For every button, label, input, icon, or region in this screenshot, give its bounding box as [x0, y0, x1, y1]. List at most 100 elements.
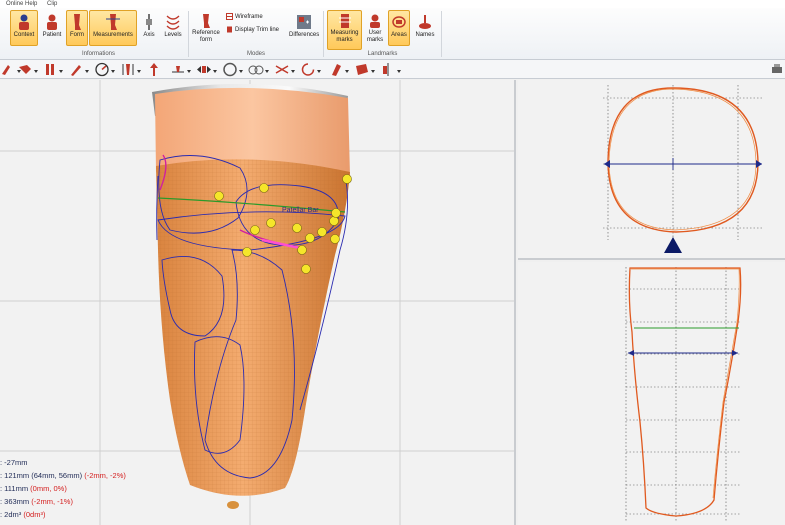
patellar-bar-label: Patellar Bar: [282, 207, 319, 214]
side-reference-outline: [631, 268, 740, 499]
levels-icon: [166, 15, 180, 30]
names-label: Names: [415, 32, 435, 38]
measuring-marks-button[interactable]: Measuring marks: [327, 10, 362, 50]
socket-distal-end: [227, 501, 239, 509]
areas-button[interactable]: Areas: [388, 10, 410, 46]
axis-button[interactable]: Axis: [139, 10, 159, 46]
viewport-cross-section[interactable]: [518, 80, 785, 260]
measurement-value-5: : 2dm³: [0, 510, 22, 519]
names-button[interactable]: Names: [412, 10, 438, 46]
user-marks-button[interactable]: User marks: [364, 10, 386, 50]
lift-tool-button[interactable]: [146, 62, 168, 77]
measurement-value-3: : 111mm: [0, 484, 29, 493]
levels-button[interactable]: Levels: [161, 10, 185, 46]
level-icon: [172, 66, 184, 73]
arrow-up-icon: [150, 63, 158, 76]
circle-icon: [223, 62, 237, 77]
group-separator: [441, 11, 442, 57]
context-icon: [19, 14, 29, 30]
patient-button[interactable]: Patient: [39, 10, 65, 46]
compare-icon: [248, 65, 264, 75]
print-icon: [772, 64, 782, 73]
measurement-line-1: : -27mm: [0, 456, 200, 469]
anterior-marker-icon: [664, 237, 682, 253]
cut-tool-button[interactable]: [274, 62, 296, 77]
deform-icon: [2, 65, 10, 75]
wireframe-toggle[interactable]: Wireframe: [226, 13, 263, 22]
side-profile-grid: [625, 267, 740, 522]
tool-bar: [0, 60, 785, 79]
form-button[interactable]: Form: [66, 10, 88, 46]
pen-icon: [71, 65, 81, 76]
circle-tool-button[interactable]: [222, 62, 244, 77]
measurement-line-3: : 111mm (0mm, 0%): [0, 482, 200, 495]
measurements-overlay: : -27mm : 121mm (64mm, 56mm) (-2mm, -2%)…: [0, 456, 200, 521]
names-icon: [419, 15, 431, 29]
measurements-icon: [106, 14, 120, 30]
measurement-line-2: : 121mm (64mm, 56mm) (-2mm, -2%): [0, 469, 200, 482]
menu-clip[interactable]: Clip: [47, 0, 57, 8]
compare-tool-button[interactable]: [248, 62, 270, 77]
side-profile-drawing: [625, 267, 742, 522]
leg-form-icon: [74, 14, 81, 30]
measurement-value-2: : 121mm (64mm, 56mm): [0, 471, 83, 480]
ribbon: Context Patient Form Measurements Axis L…: [0, 8, 785, 60]
pen-tool-button[interactable]: [68, 62, 90, 77]
group-separator: [323, 11, 324, 57]
differences-button[interactable]: Differences: [288, 10, 320, 46]
side-profile-outline: [628, 267, 742, 517]
user-marks-label: User marks: [366, 30, 384, 43]
scissors-icon: [275, 65, 289, 74]
measurement-value-4: : 363mm: [0, 497, 30, 506]
viewport-3d[interactable]: Patellar Bar : -27mm : 121mm (64mm, 56mm…: [0, 80, 516, 525]
group-landmarks-label: Landmarks: [367, 51, 398, 57]
axis-label: Axis: [143, 32, 155, 38]
areas-label: Areas: [391, 32, 407, 38]
group-separator: [188, 11, 189, 57]
reference-form-button[interactable]: Reference form: [190, 10, 222, 50]
level-tool-button[interactable]: [170, 62, 192, 77]
trim-line-icon: [227, 26, 232, 33]
patient-label: Patient: [42, 32, 62, 38]
differences-label: Differences: [289, 32, 320, 38]
wireframe-icon: [226, 13, 233, 20]
split-tool-button[interactable]: [42, 62, 64, 77]
gauge-tool-button[interactable]: [94, 62, 116, 77]
measurements-button[interactable]: Measurements: [89, 10, 137, 46]
viewport-side-profile[interactable]: [518, 262, 785, 525]
measuring-marks-icon: [338, 14, 351, 28]
rotate-icon: [301, 63, 315, 76]
wireframe-label: Wireframe: [235, 14, 263, 21]
measurement-diff-2: (-2mm, -2%): [84, 471, 126, 480]
cross-section-grid: [603, 85, 763, 240]
gauge-icon: [95, 62, 109, 77]
menu-online-help[interactable]: Online Help: [6, 0, 37, 8]
levels-label: Levels: [164, 32, 182, 38]
print-tool-button[interactable]: [770, 62, 785, 77]
align-tool-button[interactable]: [380, 62, 402, 77]
scale-tool-button[interactable]: [120, 62, 142, 77]
marker-icon: [332, 64, 341, 76]
width-tool-button[interactable]: [196, 62, 218, 77]
context-label: Context: [13, 32, 35, 38]
width-icon: [197, 66, 211, 73]
align-icon: [383, 63, 389, 76]
reference-form-label: Reference form: [192, 30, 220, 43]
measurement-line-4: : 363mm (-2mm, -1%): [0, 495, 200, 508]
context-button[interactable]: Context: [10, 10, 38, 46]
stretch-icon: [19, 65, 31, 74]
app-window: Online Help Clip Context Patient Form Me…: [0, 0, 785, 525]
fill-tool-button[interactable]: [354, 62, 376, 77]
fill-icon: [356, 64, 368, 75]
measurement-diff-3: (0mm, 0%): [30, 484, 67, 493]
marker-tool-button[interactable]: [328, 62, 350, 77]
group-informations-label: Informations: [81, 51, 115, 57]
measurement-value-1: : -27mm: [0, 458, 28, 467]
patient-icon: [47, 14, 57, 30]
display-trim-line-toggle[interactable]: Display Trim line: [226, 26, 279, 35]
display-trim-line-label: Display Trim line: [235, 27, 280, 34]
measurements-label: Measurements: [93, 32, 133, 38]
rotate-tool-button[interactable]: [300, 62, 322, 77]
stretch-tool-button[interactable]: [17, 62, 39, 77]
form-label: Form: [70, 32, 84, 38]
